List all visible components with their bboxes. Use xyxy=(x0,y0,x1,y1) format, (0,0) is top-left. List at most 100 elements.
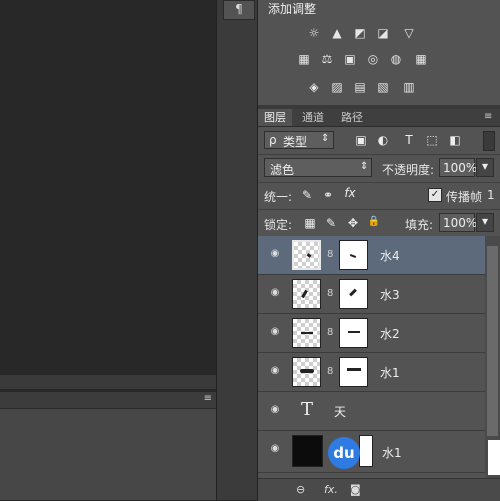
brush-mark xyxy=(301,289,308,299)
lock-image-icon[interactable]: ✎ xyxy=(324,216,338,230)
layer-filter-select[interactable]: ρ 类型 ⇕ xyxy=(264,131,334,149)
layer-thumbnail[interactable] xyxy=(292,357,321,387)
curves-icon[interactable]: ◩ xyxy=(352,27,368,40)
propagate-frame-checkbox[interactable]: ✓ xyxy=(428,188,442,202)
brush-mark xyxy=(306,253,312,258)
photo-filter-icon[interactable]: ◎ xyxy=(365,53,381,66)
unify-visibility-icon[interactable]: ⚭ xyxy=(321,188,335,202)
invert-icon[interactable]: ◈ xyxy=(306,81,322,94)
levels-icon[interactable]: ▲ xyxy=(329,27,345,40)
layer-name[interactable]: 水1 xyxy=(382,444,402,461)
type-filter-icon[interactable]: T xyxy=(402,133,416,147)
add-mask-icon[interactable]: ◙ xyxy=(350,483,361,496)
layer-row[interactable]: ◉ 8 水1 xyxy=(258,353,485,392)
mask-mark xyxy=(347,368,361,371)
mask-mark xyxy=(348,331,360,333)
layer-mask-thumbnail[interactable] xyxy=(339,240,368,270)
paragraph-panel-button[interactable]: ¶ xyxy=(223,0,255,20)
divider xyxy=(258,154,500,155)
panel-menu-icon[interactable]: ≡ xyxy=(204,393,212,404)
shape-filter-icon[interactable]: ⬚ xyxy=(425,133,439,147)
layer-thumbnail[interactable] xyxy=(292,318,321,348)
unify-style-icon[interactable]: fx xyxy=(343,186,357,200)
adjustment-filter-icon[interactable]: ◐ xyxy=(376,133,390,147)
fill-dropdown-button[interactable]: ▾ xyxy=(476,213,494,232)
layer-name[interactable]: 水4 xyxy=(380,247,400,264)
brush-mark xyxy=(301,332,313,334)
tab-paths[interactable]: 路径 xyxy=(335,109,369,126)
vibrance-icon[interactable]: ▽ xyxy=(401,27,417,40)
link-icon[interactable]: 8 xyxy=(327,327,333,338)
eye-icon[interactable]: ◉ xyxy=(267,248,283,260)
mask-mark xyxy=(349,288,357,297)
opacity-label: 不透明度: xyxy=(382,163,435,177)
lock-transparent-icon[interactable]: ▦ xyxy=(303,216,317,230)
layer-row[interactable]: ◉ 8 水4 xyxy=(258,236,485,275)
link-icon[interactable]: 8 xyxy=(327,249,333,260)
layer-thumbnail[interactable] xyxy=(292,240,321,270)
color-balance-icon[interactable]: ⚖ xyxy=(319,53,335,66)
chevron-updown-icon: ⇕ xyxy=(321,133,330,144)
panel-dock: ¶ xyxy=(216,0,258,500)
selective-color-icon[interactable]: ▧ xyxy=(375,81,391,94)
layer-name[interactable]: 水1 xyxy=(380,364,400,381)
layer-thumbnail[interactable] xyxy=(292,279,321,309)
posterize-icon[interactable]: ▨ xyxy=(329,81,345,94)
link-icon[interactable]: 8 xyxy=(327,288,333,299)
opacity-input[interactable]: 100% xyxy=(439,158,477,177)
pixel-filter-icon[interactable]: ▣ xyxy=(354,133,368,147)
adjustments-title: 添加调整 xyxy=(268,2,317,16)
exposure-icon[interactable]: ◪ xyxy=(375,27,391,40)
fill-input[interactable]: 100% xyxy=(439,213,477,232)
blend-mode-select[interactable]: 滤色 ⇕ xyxy=(264,158,372,177)
layer-mask-thumbnail[interactable] xyxy=(359,435,373,467)
opacity-dropdown-button[interactable]: ▾ xyxy=(476,158,494,177)
layer-mask-thumbnail[interactable] xyxy=(339,318,368,348)
chevron-updown-icon: ⇕ xyxy=(360,161,369,172)
tab-layers[interactable]: 图层 xyxy=(258,109,292,126)
layers-panel: 图层 通道 路径 ≡ ρ 类型 ⇕ ▣ ◐ T ⬚ ◧ 滤色 ⇕ 不透明度: 1… xyxy=(258,109,500,501)
channel-mixer-icon[interactable]: ◍ xyxy=(388,53,404,66)
canvas-horizontal-scrollbar[interactable] xyxy=(0,375,216,389)
brightness-contrast-icon[interactable]: ☼ xyxy=(306,27,322,40)
lock-position-icon[interactable]: ✥ xyxy=(346,216,360,230)
layer-mask-thumbnail[interactable] xyxy=(339,279,368,309)
gradient-map-icon[interactable]: ▥ xyxy=(401,81,417,94)
document-canvas[interactable] xyxy=(0,0,216,375)
link-icon[interactable]: 8 xyxy=(327,366,333,377)
layer-row[interactable]: ◉ 8 水2 xyxy=(258,314,485,353)
layer-mask-thumbnail[interactable] xyxy=(339,357,368,387)
color-lookup-icon[interactable]: ▦ xyxy=(413,53,429,66)
layer-row[interactable]: ◉ T 天 xyxy=(258,392,485,431)
link-layers-icon[interactable]: ⊖ xyxy=(296,483,305,496)
filter-toggle-switch[interactable] xyxy=(483,131,495,151)
tab-channels[interactable]: 通道 xyxy=(296,109,330,126)
lock-label: 锁定: xyxy=(264,218,293,232)
eye-icon[interactable]: ◉ xyxy=(267,404,283,416)
layer-name[interactable]: 天 xyxy=(334,403,346,420)
hue-saturation-icon[interactable]: ▦ xyxy=(296,53,312,66)
layer-style-icon[interactable]: fx. xyxy=(324,483,338,496)
brush-mark xyxy=(300,369,314,373)
eye-icon[interactable]: ◉ xyxy=(267,443,283,455)
layer-row[interactable]: ◉ 水1 xyxy=(258,431,485,473)
scrollbar-thumb[interactable] xyxy=(487,246,498,436)
smart-object-filter-icon[interactable]: ◧ xyxy=(448,133,462,147)
eye-icon[interactable]: ◉ xyxy=(267,287,283,299)
layers-panel-menu-icon[interactable]: ≡ xyxy=(484,111,492,122)
edge-white-shape xyxy=(488,440,500,475)
black-white-icon[interactable]: ▣ xyxy=(342,53,358,66)
lower-panel-header: ≡ xyxy=(0,392,216,409)
eye-icon[interactable]: ◉ xyxy=(267,365,283,377)
layer-thumbnail[interactable] xyxy=(292,435,323,467)
layer-name[interactable]: 水3 xyxy=(380,286,400,303)
mask-mark xyxy=(349,254,357,258)
threshold-icon[interactable]: ▤ xyxy=(352,81,368,94)
layer-name[interactable]: 水2 xyxy=(380,325,400,342)
type-layer-icon[interactable]: T xyxy=(301,399,313,420)
eye-icon[interactable]: ◉ xyxy=(267,326,283,338)
lock-all-icon[interactable]: 🔒 xyxy=(367,216,381,227)
layer-row[interactable]: ◉ 8 水3 xyxy=(258,275,485,314)
unify-position-icon[interactable]: ✎ xyxy=(300,188,314,202)
propagate-frame-value: 1 xyxy=(487,188,495,202)
